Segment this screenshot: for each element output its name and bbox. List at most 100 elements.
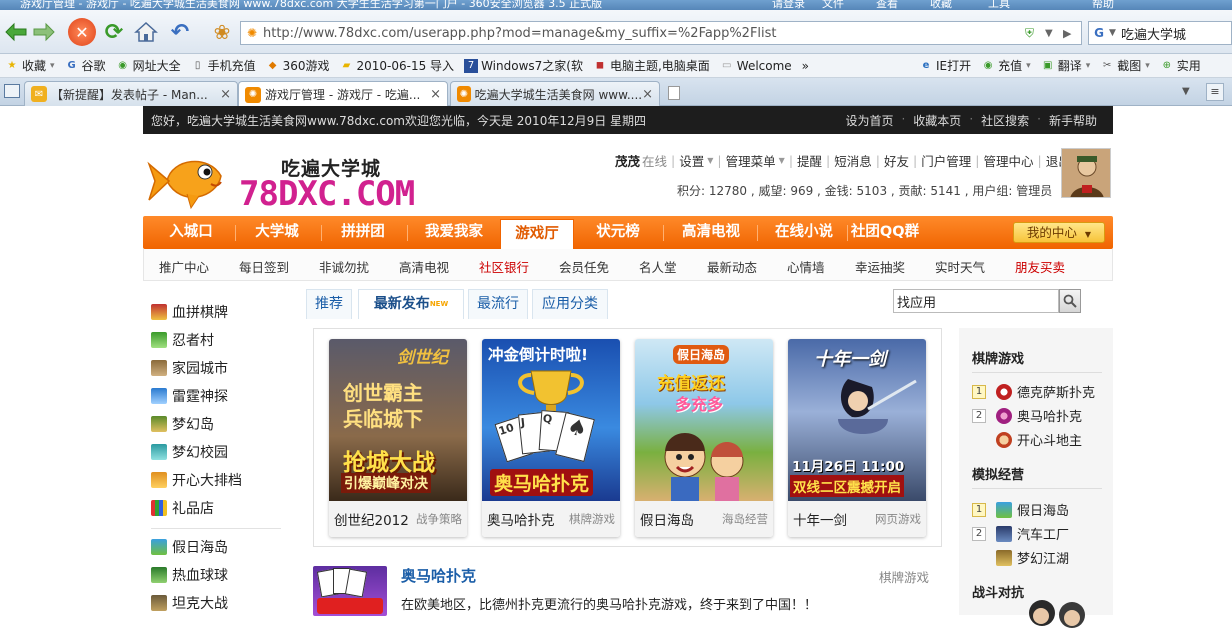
subnav-latest-news[interactable]: 最新动态 [707,257,757,276]
menu-login[interactable]: 请登录 [772,0,805,10]
tab-list-icon[interactable]: ≡ [1206,83,1224,101]
home-icon[interactable] [132,18,160,46]
search-box[interactable]: G ▼ [1088,21,1232,45]
tab-list-down-icon[interactable]: ▼ [1182,86,1190,97]
tab-new-post[interactable]: ✉ 【新提醒】发表帖子 - Man... × [24,81,238,106]
nav-home[interactable]: 我爱我家 [409,216,499,249]
game-card-shinian-yijian[interactable]: 十年一剑 11月26日 11:00 双线二区震撼开启 十年一剑 网页游戏 [788,339,926,537]
bookmark-themes[interactable]: ◼ 电脑主题,电脑桌面 [588,57,715,74]
list-item[interactable]: 坦克大战 [151,589,286,617]
app-search-input[interactable] [893,289,1059,313]
tab-78dxc-home[interactable]: ✺ 吃遍大学城生活美食网 www.... × [450,81,660,106]
game-category[interactable]: 网页游戏 [875,511,921,527]
menu-help[interactable]: 帮助 [1092,0,1114,10]
tab-close-icon[interactable]: × [220,87,231,102]
community-search-link[interactable]: 社区搜索 [973,112,1037,129]
nav-game-hall[interactable]: 游戏厅 [500,219,574,249]
nav-ranking[interactable]: 状元榜 [577,216,659,249]
game-name[interactable]: 十年一剑 [793,509,847,529]
list-item[interactable]: 忍者村 [151,326,286,354]
list-item[interactable]: 家园城市 [151,354,286,382]
recharge-button[interactable]: ◉ 充值 ▾ [976,57,1036,74]
list-item[interactable]: 礼品店 [151,494,286,522]
search-input[interactable] [1121,25,1231,41]
game-category[interactable]: 棋牌游戏 [569,511,615,527]
list-item[interactable]: 开心斗地主 [972,430,1082,449]
friends-link[interactable]: 好友 [884,151,909,170]
utility-button[interactable]: ⊕ 实用 [1155,57,1206,74]
bookmark-360-games[interactable]: ◆ 360游戏 [261,57,335,74]
nav-hd-tv[interactable]: 高清电视 [665,216,757,249]
list-item[interactable]: 热血球球 [151,561,286,589]
stop-icon[interactable]: ✕ [68,18,96,46]
url-input[interactable] [263,23,1025,43]
url-dropdown-icon[interactable]: ▼ [1045,28,1063,39]
game-card-chuangshiji[interactable]: 剑世纪 创世霸主 兵临城下 抢城大战 引爆巅峰对决 创世纪2012 战争策略 [329,339,467,537]
newbie-help-link[interactable]: 新手帮助 [1041,112,1105,129]
set-homepage-link[interactable]: 设为首页 [837,112,901,129]
tab-category[interactable]: 应用分类 [532,289,608,319]
nav-entrance[interactable]: 入城口 [151,216,231,249]
portal-admin-link[interactable]: 门户管理 [921,151,971,170]
subnav-hd-tv[interactable]: 高清电视 [399,257,449,276]
subnav-friend-trade[interactable]: 朋友买卖 [1015,257,1065,276]
bookmarks-overflow[interactable]: » [797,59,814,73]
bookmark-favorites[interactable]: ★ 收藏 ▾ [0,57,60,74]
username-link[interactable]: 茂茂 [615,151,640,170]
list-item[interactable]: 血拼棋牌 [151,298,286,326]
bookmark-welcome[interactable]: ▭ Welcome [715,59,797,73]
messages-link[interactable]: 短消息 [834,151,872,170]
settings-link[interactable]: 设置 [679,151,704,170]
back-arrow-icon[interactable] [2,18,30,46]
game-detail-category[interactable]: 棋牌游戏 [879,567,929,586]
forward-arrow-icon[interactable] [30,18,58,46]
list-item[interactable]: 假日海岛 [151,533,286,561]
tab-close-icon[interactable]: × [430,87,441,102]
game-thumbnail-image[interactable] [313,566,387,616]
tab-recommend[interactable]: 推荐 [306,289,352,319]
site-logo[interactable]: 吃遍大学城 78DXC.COM [143,148,415,218]
game-card-holiday-island[interactable]: 假日海岛 充值返还 多充多 假日海岛 海岛经营 [635,339,773,537]
subnav-lucky-draw[interactable]: 幸运抽奖 [855,257,905,276]
nav-group-buy[interactable]: 拼拼团 [323,216,403,249]
list-item[interactable]: 1 假日海岛 [972,500,1069,519]
tab-game-hall-manage[interactable]: ✺ 游戏厅管理 - 游戏厅 - 吃遍... × [238,81,448,107]
list-item[interactable]: 1 德克萨斯扑克 [972,382,1095,401]
game-card-omaha-poker[interactable]: 冲金倒计时啦! 10 J Q ♠ 奥马哈扑克 奥马哈扑克 棋牌游戏 [482,339,620,537]
translate-button[interactable]: ▣ 翻译 ▾ [1036,57,1096,74]
menu-view[interactable]: 查看 [876,0,898,10]
list-item[interactable]: 雷霆神探 [151,382,286,410]
subnav-bank[interactable]: 社区银行 [479,257,529,276]
tab-popular[interactable]: 最流行 [468,289,528,319]
menu-file[interactable]: 文件 [822,0,844,10]
game-detail-title[interactable]: 奥马哈扑克 [401,565,476,586]
game-name[interactable]: 假日海岛 [640,509,694,529]
search-engine-dropdown-icon[interactable]: ▼ [1109,28,1121,38]
tab-latest[interactable]: 最新发布NEW [358,289,464,319]
reminder-link[interactable]: 提醒 [797,151,822,170]
tab-close-icon[interactable]: × [642,87,653,102]
list-item[interactable]: 开心大排档 [151,466,286,494]
list-item[interactable]: 梦幻岛 [151,410,286,438]
subnav-mood-wall[interactable]: 心情墙 [787,257,825,276]
nav-online-novel[interactable]: 在线小说 [759,216,849,249]
admin-menu-link[interactable]: 管理菜单 [726,151,776,170]
game-category[interactable]: 海岛经营 [722,511,768,527]
refresh-icon[interactable]: ⟳ [100,18,128,46]
list-item[interactable]: 梦幻校园 [151,438,286,466]
new-tab-icon[interactable] [668,86,680,100]
bookmark-page-link[interactable]: 收藏本页 [905,112,969,129]
search-icon[interactable] [1059,289,1081,313]
ie-open-button[interactable]: e IE打开 [914,57,976,74]
my-center-button[interactable]: 我的中心 ▼ [1013,222,1105,243]
bookmark-nav[interactable]: ◉ 网址大全 [111,57,186,74]
undo-icon[interactable]: ↶ [166,18,194,46]
list-item[interactable]: 梦幻江湖 [972,548,1069,567]
screenshot-button[interactable]: ✂ 截图 ▾ [1095,57,1155,74]
bookmark-google[interactable]: G 谷歌 [60,57,111,74]
subnav-dating[interactable]: 非诚勿扰 [319,257,369,276]
nav-qq-group[interactable]: 社团QQ群 [847,216,923,249]
subnav-member-appoint[interactable]: 会员任免 [559,257,609,276]
paw-icon[interactable]: ❀ [208,18,236,46]
sidebar-toggle-icon[interactable] [4,84,20,98]
